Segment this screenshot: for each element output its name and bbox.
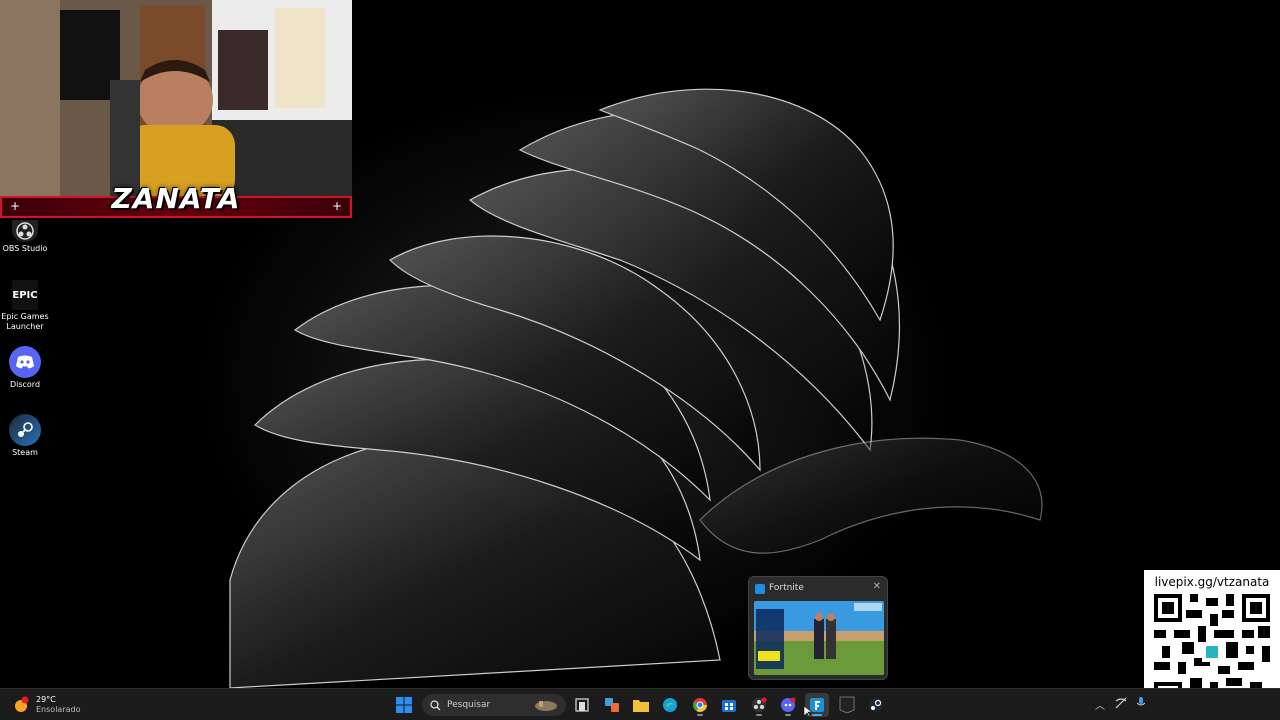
epic-games-icon: EPIC	[12, 280, 38, 310]
taskbar: 29°C Ensolarado Pesquisar ︿	[0, 688, 1280, 720]
taskbar-thumbnail-preview[interactable]: Fortnite ✕	[748, 576, 888, 680]
thumbnail-title: Fortnite	[769, 583, 804, 593]
edge-icon	[663, 698, 677, 712]
obs-icon	[752, 697, 767, 712]
obs-icon	[12, 220, 38, 242]
weather-temperature: 29°C	[36, 695, 56, 704]
weather-description: Ensolarado	[36, 705, 81, 714]
steam-icon	[869, 698, 883, 712]
mouse-cursor-icon	[804, 706, 812, 718]
desktop-icon-label: OBS Studio	[2, 244, 48, 253]
desktop-icon-obs-studio[interactable]: OBS Studio	[0, 220, 50, 254]
steam-icon	[9, 414, 41, 446]
search-icon	[430, 699, 441, 710]
fortnite-icon	[755, 584, 765, 594]
file-explorer-button[interactable]	[629, 693, 653, 717]
store-button[interactable]	[717, 693, 741, 717]
desktop-icon-steam[interactable]: Steam	[0, 414, 50, 458]
task-view-button[interactable]	[570, 693, 594, 717]
active-indicator	[697, 714, 703, 716]
epic-games-icon	[839, 696, 855, 714]
steam-taskbar-button[interactable]	[864, 693, 888, 717]
active-indicator	[756, 714, 762, 716]
desktop-icon-epic-games[interactable]: EPIC Epic Games Launcher	[0, 280, 50, 332]
widgets-button[interactable]	[600, 693, 624, 717]
search-input[interactable]	[447, 700, 527, 710]
desktop-icon-label: Steam	[12, 448, 38, 457]
webcam-overlay: + + ZANATA	[0, 0, 352, 220]
discord-icon	[9, 346, 41, 378]
windows-icon	[396, 697, 412, 713]
taskbar-search[interactable]	[422, 694, 566, 716]
start-button[interactable]	[392, 693, 416, 717]
desktop-icon-label: Discord	[9, 380, 41, 389]
tray-chevron-up-icon[interactable]: ︿	[1095, 697, 1105, 712]
widgets-icon	[605, 698, 619, 712]
desktop-icon-discord[interactable]: Discord	[0, 346, 50, 390]
active-indicator	[785, 714, 791, 716]
network-off-icon[interactable]	[1115, 697, 1127, 712]
epic-games-taskbar-button[interactable]	[835, 693, 859, 717]
chrome-button[interactable]	[688, 693, 712, 717]
chrome-icon	[692, 698, 707, 712]
obs-taskbar-button[interactable]	[747, 693, 771, 717]
close-icon[interactable]: ✕	[873, 581, 881, 592]
streamer-name: ZANATA	[111, 182, 241, 215]
microphone-icon[interactable]	[1136, 697, 1146, 712]
task-view-icon	[575, 698, 589, 712]
livepix-url: livepix.gg/vtzanata	[1154, 575, 1270, 589]
weather-widget[interactable]: 29°C Ensolarado	[12, 693, 80, 717]
discord-taskbar-button[interactable]	[776, 693, 800, 717]
webcam-feed	[0, 0, 352, 200]
sun-icon	[12, 696, 30, 714]
discord-icon	[781, 697, 796, 712]
desktop-icon-label: Epic Games Launcher	[1, 312, 49, 331]
store-icon	[722, 700, 736, 712]
edge-button[interactable]	[658, 693, 682, 717]
thumbnail-image[interactable]	[754, 601, 884, 675]
file-explorer-icon	[633, 700, 649, 712]
active-indicator	[812, 714, 822, 716]
search-highlight-icon	[535, 701, 557, 711]
